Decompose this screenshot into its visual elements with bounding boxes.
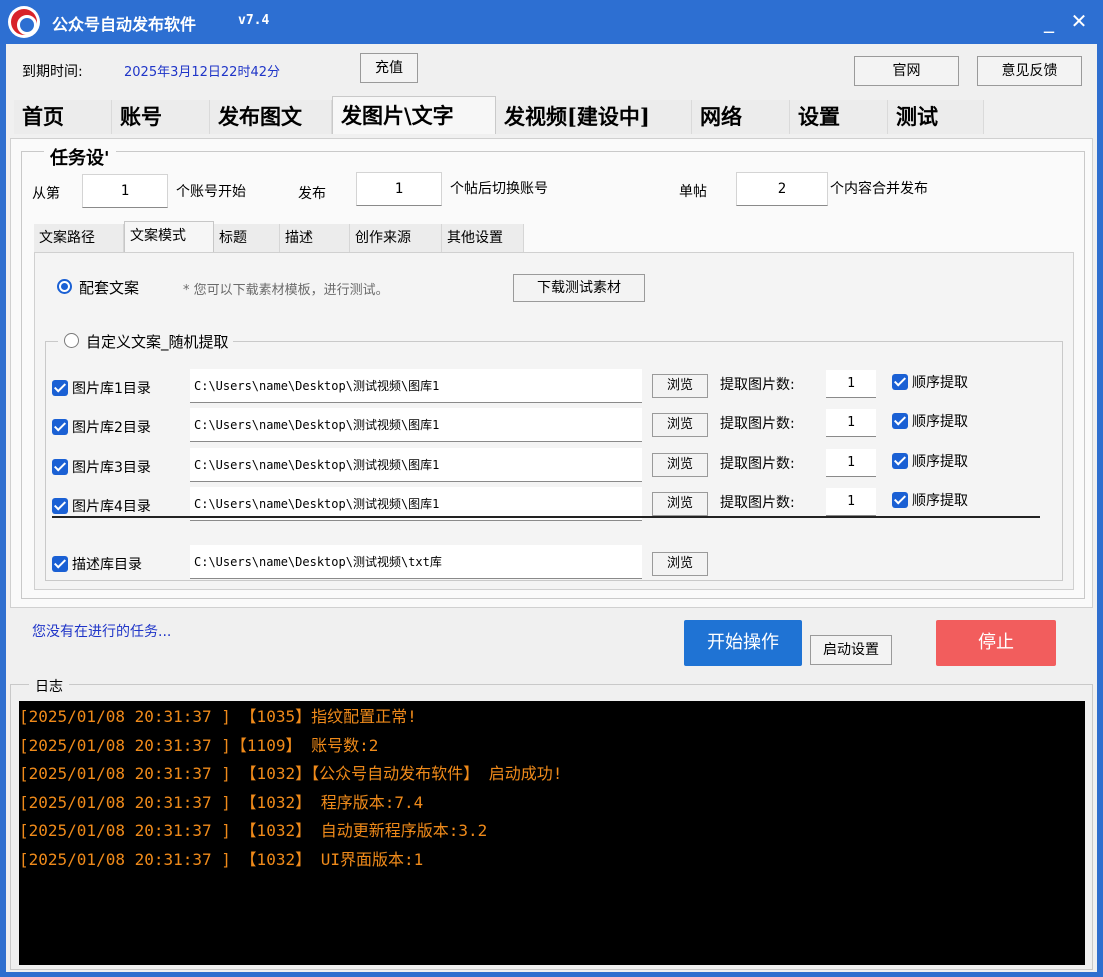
custom-copy-label: 自定义文案_随机提取: [86, 333, 229, 351]
library-3-order-label: 顺序提取: [912, 454, 968, 470]
library-3-count-label: 提取图片数:: [720, 456, 795, 472]
subtab-creation-source[interactable]: 创作来源: [350, 224, 442, 252]
subtab-copy-path[interactable]: 文案路径: [34, 224, 124, 252]
start-settings-button[interactable]: 启动设置: [810, 635, 892, 665]
client-area: 到期时间: 2025年3月12日22时42分 充值 官网 意见反馈 首页 账号 …: [6, 44, 1097, 972]
library-1-count-input[interactable]: 1: [826, 370, 876, 398]
from-suffix: 个账号开始: [176, 184, 246, 200]
app-version: v7.4: [238, 13, 270, 28]
section-divider: [52, 516, 1040, 518]
log-line: [2025/01/08 20:31:37 ]【1109】 账号数:2: [19, 735, 379, 755]
recharge-button[interactable]: 充值: [360, 53, 418, 83]
library-1-checkbox[interactable]: [52, 380, 68, 396]
tab-publish-article[interactable]: 发布图文: [210, 100, 332, 134]
library-2-checkbox[interactable]: [52, 419, 68, 435]
sub-tab-bar: 文案路径 文案模式 标题 描述 创作来源 其他设置: [34, 221, 1074, 252]
custom-copy-radio[interactable]: [64, 333, 79, 348]
download-hint: * 您可以下载素材模板，进行测试。: [183, 283, 389, 298]
library-3-count-input[interactable]: 1: [826, 449, 876, 477]
merge-count-input[interactable]: 2: [736, 172, 828, 206]
library-3-checkbox[interactable]: [52, 459, 68, 475]
app-logo-icon: [8, 6, 40, 38]
task-panel: 任务设' 从第 1 个账号开始 发布 1 个帖后切换账号 单帖 2 个内容合并发…: [10, 138, 1093, 608]
main-tab-bar: 首页 账号 发布图文 发图片\文字 发视频[建设中] 网络 设置 测试: [14, 96, 984, 134]
close-icon[interactable]: ✕: [1066, 8, 1092, 34]
library-3-browse-button[interactable]: 浏览: [652, 453, 708, 477]
library-2-browse-button[interactable]: 浏览: [652, 413, 708, 437]
title-bar: 公众号自动发布软件 v7.4 _ ✕: [0, 0, 1103, 44]
library-1-browse-button[interactable]: 浏览: [652, 374, 708, 398]
app-title: 公众号自动发布软件: [52, 15, 197, 34]
subtab-title[interactable]: 标题: [214, 224, 280, 252]
preset-copy-label: 配套文案: [79, 279, 140, 297]
tab-publish-video[interactable]: 发视频[建设中]: [496, 100, 692, 134]
desc-library-checkbox[interactable]: [52, 556, 68, 572]
desc-library-browse-button[interactable]: 浏览: [652, 552, 708, 576]
custom-copy-group: 自定义文案_随机提取 图片库1目录 C:\Users\name\Desktop\…: [45, 330, 1063, 581]
library-3-path-input[interactable]: C:\Users\name\Desktop\测试视频\图库1: [190, 448, 642, 482]
download-test-material-button[interactable]: 下载测试素材: [513, 274, 645, 302]
library-2-path-input[interactable]: C:\Users\name\Desktop\测试视频\图库1: [190, 408, 642, 442]
desc-library-path-input[interactable]: C:\Users\name\Desktop\测试视频\txt库: [190, 545, 642, 579]
library-1-path-input[interactable]: C:\Users\name\Desktop\测试视频\图库1: [190, 369, 642, 403]
publish-label: 发布: [298, 186, 326, 202]
library-1-order-checkbox[interactable]: [892, 374, 908, 390]
expire-value: 2025年3月12日22时42分: [124, 65, 280, 80]
library-3-order-checkbox[interactable]: [892, 453, 908, 469]
from-account-input[interactable]: 1: [82, 174, 168, 208]
library-4-count-label: 提取图片数:: [720, 495, 795, 511]
tab-network[interactable]: 网络: [692, 100, 790, 134]
single-suffix: 个内容合并发布: [830, 181, 928, 197]
log-line: [2025/01/08 20:31:37 ] 【1032】 UI界面版本:1: [19, 849, 424, 869]
library-2-count-input[interactable]: 1: [826, 409, 876, 437]
library-4-checkbox[interactable]: [52, 498, 68, 514]
official-site-button[interactable]: 官网: [854, 56, 959, 86]
tab-publish-image-text[interactable]: 发图片\文字: [332, 96, 496, 134]
library-2-order-checkbox[interactable]: [892, 413, 908, 429]
custom-copy-legend: 自定义文案_随机提取: [58, 330, 233, 352]
log-group: 日志 [2025/01/08 20:31:37 ] 【1035】指纹配置正常! …: [10, 676, 1093, 970]
stop-button[interactable]: 停止: [936, 620, 1056, 666]
log-output: [2025/01/08 20:31:37 ] 【1035】指纹配置正常! [20…: [19, 701, 1085, 965]
library-1-label: 图片库1目录: [72, 381, 151, 397]
library-4-browse-button[interactable]: 浏览: [652, 492, 708, 516]
from-label: 从第: [32, 186, 60, 202]
minimize-icon[interactable]: _: [1036, 8, 1062, 34]
library-2-count-label: 提取图片数:: [720, 416, 795, 432]
publish-count-input[interactable]: 1: [356, 172, 442, 206]
publish-suffix: 个帖后切换账号: [450, 181, 548, 197]
library-4-count-input[interactable]: 1: [826, 488, 876, 516]
subtab-other-settings[interactable]: 其他设置: [442, 224, 524, 252]
tab-settings[interactable]: 设置: [790, 100, 888, 134]
task-status-text: 您没有在进行的任务...: [32, 624, 172, 640]
log-line: [2025/01/08 20:31:37 ] 【1032】【公众号自动发布软件】…: [19, 764, 563, 783]
library-2-order-label: 顺序提取: [912, 414, 968, 430]
log-line: [2025/01/08 20:31:37 ] 【1035】指纹配置正常!: [19, 707, 417, 726]
library-1-count-label: 提取图片数:: [720, 377, 795, 393]
desc-library-label: 描述库目录: [72, 557, 142, 573]
library-4-order-checkbox[interactable]: [892, 492, 908, 508]
preset-copy-radio[interactable]: [57, 279, 72, 294]
log-line: [2025/01/08 20:31:37 ] 【1032】 自动更新程序版本:3…: [19, 821, 488, 840]
subtab-copy-mode[interactable]: 文案模式: [124, 221, 214, 252]
library-1-order-label: 顺序提取: [912, 375, 968, 391]
log-legend: 日志: [29, 676, 69, 696]
library-2-label: 图片库2目录: [72, 420, 151, 436]
single-label: 单帖: [679, 184, 707, 200]
tab-account[interactable]: 账号: [112, 100, 210, 134]
copy-mode-panel: 配套文案 * 您可以下载素材模板，进行测试。 下载测试素材 自定义文案_随机提取…: [34, 252, 1074, 590]
tab-home[interactable]: 首页: [14, 100, 112, 134]
feedback-button[interactable]: 意见反馈: [977, 56, 1082, 86]
library-4-label: 图片库4目录: [72, 499, 151, 515]
expire-label: 到期时间:: [22, 64, 83, 80]
tab-test[interactable]: 测试: [888, 100, 984, 134]
log-line: [2025/01/08 20:31:37 ] 【1032】 程序版本:7.4: [19, 792, 424, 812]
library-3-label: 图片库3目录: [72, 460, 151, 476]
library-4-order-label: 顺序提取: [912, 493, 968, 509]
task-settings-legend: 任务设': [44, 144, 116, 170]
start-button[interactable]: 开始操作: [684, 620, 802, 666]
subtab-description[interactable]: 描述: [280, 224, 350, 252]
task-settings-group: 任务设' 从第 1 个账号开始 发布 1 个帖后切换账号 单帖 2 个内容合并发…: [21, 144, 1085, 599]
